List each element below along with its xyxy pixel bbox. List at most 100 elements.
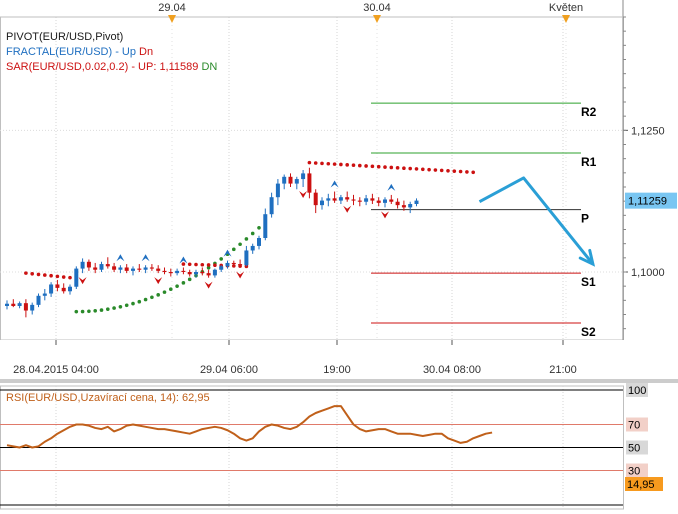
candle-body [156,268,161,271]
candle-body [269,197,274,215]
candle-body [187,272,192,275]
candle-body [282,176,287,184]
pivot-label-p: P [581,212,589,226]
sar-dot [370,164,375,169]
sar-dot [250,231,255,236]
legend-entry: FRACTAL(EUR/USD) - Up Dn [6,46,153,58]
sar-dot [408,166,413,171]
sar-dot [345,163,350,167]
candle-body [143,267,148,270]
sar-dot [156,293,160,297]
legend-entry: PIVOT(EUR/USD,Pivot) [6,31,123,43]
pivot-label-s2: S2 [581,325,596,339]
sar-dot [383,165,387,169]
rsi-axis-label: 30 [628,466,640,478]
sar-dot [326,161,331,166]
candle-body [68,286,72,292]
candle-body [93,267,98,270]
sar-dot [68,275,72,280]
sar-dot [307,160,312,165]
sar-dot [175,284,179,288]
sar-dot [74,309,79,314]
sar-dot [24,271,28,275]
candle-body [250,245,255,251]
candle-body [313,192,318,206]
candle-body [231,262,236,265]
candle-body [383,199,387,203]
legend-name: SAR(EUR/USD,0.02,0.2) - [6,61,138,73]
sar-dot [433,168,438,172]
sar-dot [181,262,186,266]
sar-dot [112,306,116,310]
sar-dot [93,308,97,313]
candle-body [168,272,173,274]
candle-body [42,293,47,296]
candle-body [244,250,249,266]
sar-dot [162,290,167,294]
candle-body [200,272,205,274]
candle-body [219,266,224,270]
candle-body [401,205,406,208]
rsi-axis-label: 100 [628,385,646,397]
candle-body [49,284,54,294]
time-axis-label: 28.04.2015 04:00 [13,364,99,376]
price-axis-label: 1,1000 [631,267,665,279]
pivot-label-s1: S1 [581,275,596,289]
sar-dot [238,242,242,247]
rsi-axis-label: 50 [628,443,640,455]
candle-body [194,272,198,275]
candle-body [414,200,419,204]
sar-dot [80,309,85,314]
candle-body [74,268,79,287]
legend-entry: SAR(EUR/USD,0.02,0.2) - UP: 1,11589 DN [6,61,217,73]
rsi-value-badge-label: 14,95 [627,479,655,491]
candle-body [137,268,142,270]
candle-body [11,303,16,306]
sar-dot [43,273,47,277]
candle-body [364,198,369,202]
sar-dot [465,170,469,174]
sar-dot [364,164,368,168]
candle-body [395,201,400,206]
sar-dot [124,303,129,308]
candle-body [389,199,394,202]
candle-body [288,176,293,184]
candle-body [263,214,268,238]
legend-part: Dn [139,46,153,58]
candle-body [408,204,413,208]
rsi-title: RSI(EUR/USD,Uzavírací cena, 14): 62,95 [6,392,210,404]
sar-dot [194,262,198,267]
sar-dot [219,257,223,261]
sar-dot [421,167,425,172]
sar-dot [118,304,123,309]
price-chart[interactable]: R2 R1 P S1 S2 28.04.2015 04:00 29.04 06:00 19:… [0,0,678,514]
candle-body [23,303,28,311]
candle-body [80,261,85,269]
sar-dot [61,275,66,279]
sar-dot [137,299,142,304]
candle-body [181,270,186,272]
sar-dot [232,247,236,252]
sar-dot [332,162,337,166]
legend-part: Up [122,46,139,58]
pivot-label-r2: R2 [581,105,597,119]
chart-window: R2 R1 P S1 S2 28.04.2015 04:00 29.04 06:00 19:… [0,0,678,514]
price-axis-label: 1,1250 [631,125,665,137]
sar-dot [36,272,41,277]
top-date-label: 29.04 [158,2,186,14]
candle-body [86,261,91,268]
sar-dot [389,165,394,170]
candle-body [212,269,217,276]
candle-body [17,303,22,306]
sar-dot [351,163,356,168]
sar-dot [150,295,154,300]
candle-body [307,173,312,193]
candle-body [30,304,35,311]
candle-body [162,270,167,272]
candle-body [275,183,280,198]
candle-body [5,303,9,306]
candle-body [326,198,331,201]
sar-dot [200,262,205,267]
candle-body [294,179,299,184]
candle-body [370,198,375,201]
